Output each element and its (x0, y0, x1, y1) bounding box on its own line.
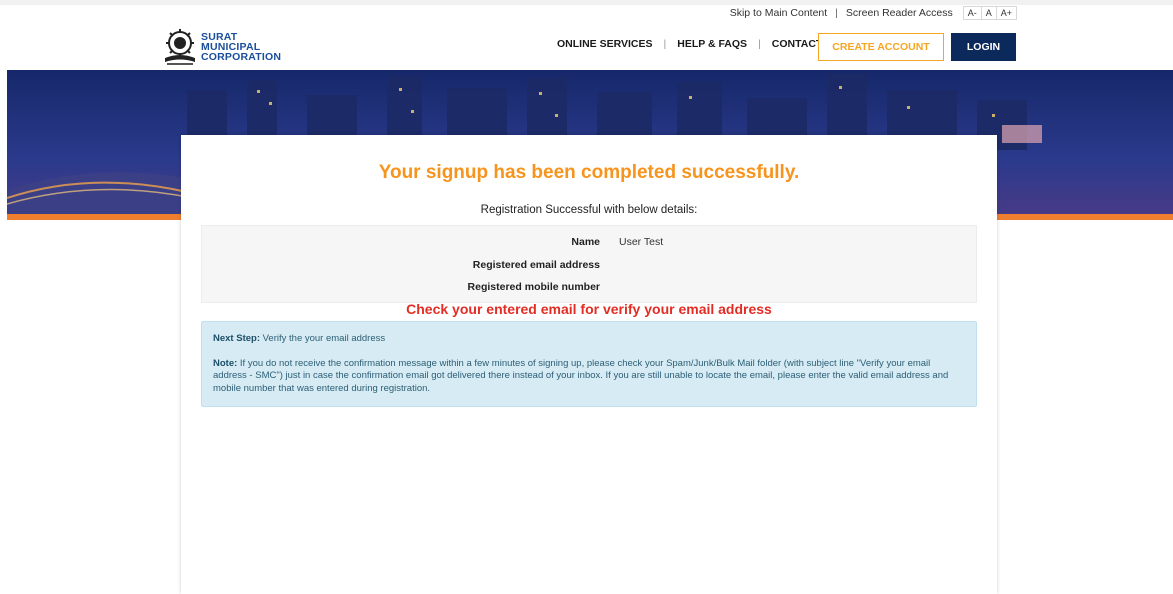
detail-value: User Test (619, 236, 664, 248)
smc-emblem-icon (163, 28, 197, 66)
detail-row-mobile: Registered mobile number (202, 281, 978, 297)
site-header: SURAT MUNICIPAL CORPORATION ONLINE SERVI… (0, 24, 1173, 70)
detail-label: Registered email address (472, 259, 600, 271)
nav-help-faqs[interactable]: HELP & FAQS (677, 38, 747, 50)
nav-separator: | (663, 38, 667, 50)
note-label: Note: (213, 357, 238, 369)
detail-row-name: Name User Test (202, 236, 978, 252)
registration-details: Name User Test Registered email address … (201, 225, 977, 303)
smc-logo[interactable]: SURAT MUNICIPAL CORPORATION (163, 28, 281, 66)
next-step-line: Next Step: Verify the your email address (213, 333, 965, 346)
nav-separator: | (758, 38, 761, 50)
create-account-button[interactable]: CREATE ACCOUNT (818, 33, 944, 61)
font-increase-button[interactable]: A+ (997, 7, 1016, 19)
font-normal-button[interactable]: A (982, 7, 997, 19)
utility-bar: Skip to Main Content | Screen Reader Acc… (0, 5, 1173, 23)
nav-contact[interactable]: CONTACT (772, 38, 823, 50)
signup-success-card: Your signup has been completed successfu… (181, 135, 997, 594)
main-nav: ONLINE SERVICES | HELP & FAQS | CONTACT (557, 38, 822, 50)
font-decrease-button[interactable]: A- (964, 7, 982, 19)
check-email-alert: Check your entered email for verify your… (406, 301, 772, 317)
detail-label: Name (571, 236, 600, 248)
detail-label: Registered mobile number (467, 281, 600, 293)
utility-separator: | (835, 7, 838, 19)
detail-row-email: Registered email address (202, 259, 978, 275)
next-step-label: Next Step: (213, 333, 260, 344)
note-paragraph: Note: If you do not receive the confirma… (213, 358, 965, 396)
next-step-text: Verify the your email address (259, 333, 386, 344)
utility-links: Skip to Main Content | Screen Reader Acc… (730, 6, 1017, 20)
font-size-controls: A- A A+ (962, 6, 1017, 20)
nav-online-services[interactable]: ONLINE SERVICES (557, 38, 653, 50)
note-text: If you do not receive the confirmation m… (213, 357, 949, 394)
login-button[interactable]: LOGIN (951, 33, 1016, 61)
skip-to-main-link[interactable]: Skip to Main Content (730, 7, 827, 19)
logo-wordmark: SURAT MUNICIPAL CORPORATION (201, 32, 282, 63)
screen-reader-link[interactable]: Screen Reader Access (846, 7, 953, 19)
logo-line-3: CORPORATION (201, 51, 282, 63)
registration-subtitle: Registration Successful with below detai… (480, 204, 698, 216)
success-title: Your signup has been completed successfu… (378, 162, 800, 183)
next-step-info-box: Next Step: Verify the your email address… (201, 321, 977, 407)
